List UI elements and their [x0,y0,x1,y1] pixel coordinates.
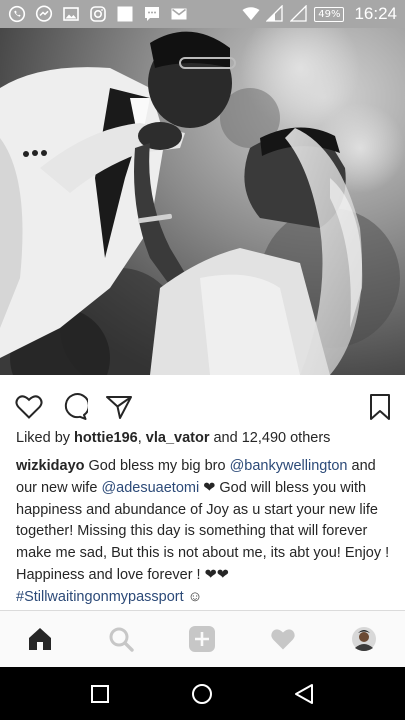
mention-bankywellington[interactable]: @bankywellington [230,458,348,474]
system-nav-bar [0,667,405,720]
likes-prefix: Liked by [16,430,75,446]
gallery-icon [62,5,80,23]
messenger-icon [35,5,53,23]
activity-heart-icon[interactable] [268,624,298,654]
liker-hottie196[interactable]: hottie196 [74,430,138,446]
instagram-icon [89,5,107,23]
post-caption: wizkidayo God bless my big bro @bankywel… [16,456,394,609]
bookmark-icon[interactable] [365,392,395,422]
wedding-photo [0,28,405,375]
likes-count[interactable]: and 12,490 others [209,430,330,446]
hashtag-link[interactable]: #Stillwaitingonmypassport [16,589,184,605]
gmail-icon [170,5,188,23]
square-icon [116,5,134,23]
signal-icon [266,5,284,23]
clock: 16:24 [354,4,397,23]
sms-icon [143,5,161,23]
caption-text: God bless my big bro [84,458,230,474]
home-icon[interactable] [25,624,55,654]
likes-summary: Liked by hottie196, vla_vator and 12,490… [16,430,330,446]
whatsapp-icon [8,5,26,23]
status-bar: 49% 16:24 [0,0,405,28]
caption-username[interactable]: wizkidayo [16,458,85,474]
likes-separator: , [137,430,146,446]
wifi-icon [242,5,260,23]
battery-icon: 49% [314,6,345,22]
caption-text: ☺ [183,588,203,605]
heart-icon[interactable] [14,392,44,422]
comment-icon[interactable] [59,392,89,422]
post-photo[interactable] [0,28,405,375]
search-icon[interactable] [106,624,136,654]
share-icon[interactable] [104,392,134,422]
battery-level: 49% [318,8,341,20]
add-post-icon[interactable] [187,624,217,654]
profile-avatar[interactable] [349,624,379,654]
liker-vla-vator[interactable]: vla_vator [146,430,210,446]
mention-adesuaetomi[interactable]: @adesuaetomi [101,480,199,496]
post-actions [0,388,405,424]
home-circle-icon[interactable] [188,680,216,708]
back-icon[interactable] [290,680,318,708]
bottom-tab-bar [0,611,405,667]
recents-icon[interactable] [86,680,114,708]
signal-empty-icon [290,5,308,23]
